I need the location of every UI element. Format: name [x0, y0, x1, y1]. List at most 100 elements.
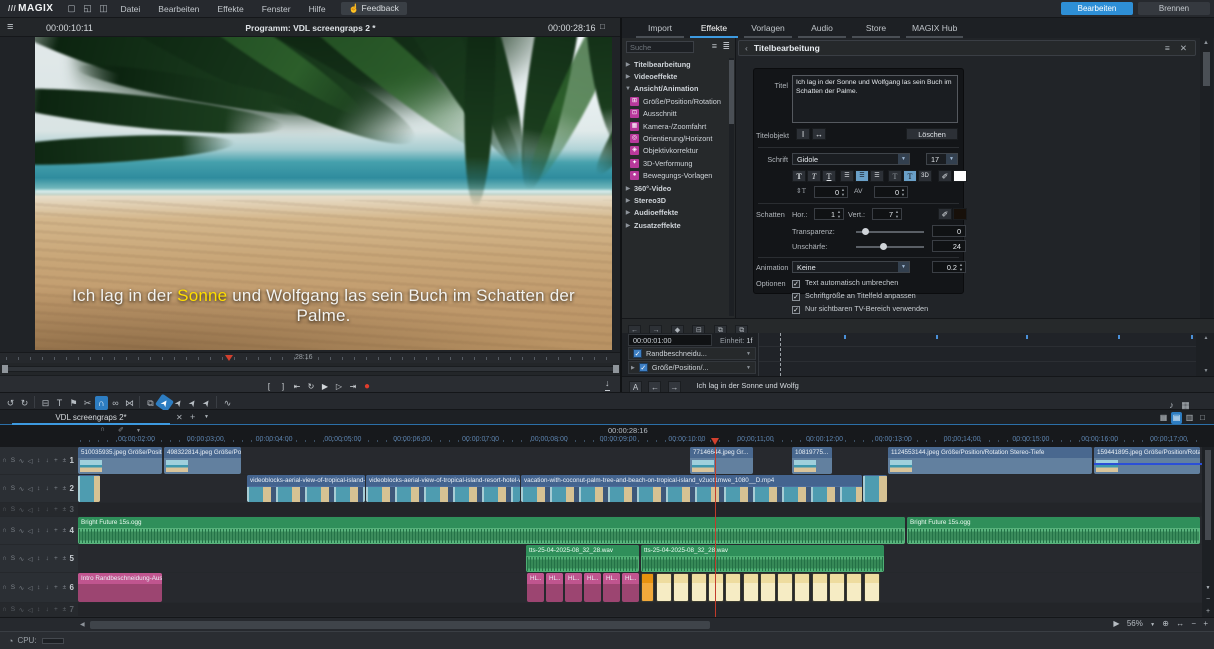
effects-item-360-video[interactable]: ▶360°-Video [622, 182, 728, 194]
track-collapse-icon[interactable]: ↓ [43, 527, 52, 534]
track-add-icon[interactable]: + [52, 584, 61, 591]
zoom-out-icon[interactable]: − [1191, 619, 1196, 628]
track-lane-1[interactable]: 510035935.jpeg Größe/Positi...498322814.… [78, 447, 1202, 474]
track-curve-icon[interactable]: ∿ [17, 555, 26, 563]
track-add-icon[interactable]: + [52, 527, 61, 534]
spinner-arrows[interactable]: ▲▼ [894, 209, 900, 219]
spinner-arrows[interactable]: ▲▼ [840, 187, 846, 197]
keyframe-row-randbeschneidung[interactable]: ✓ Randbeschneidu... ▼ [628, 347, 756, 360]
feedback-button[interactable]: ☝ Feedback [341, 2, 407, 15]
effects-item-größe-position-rotation[interactable]: ⊞Größe/Position/Rotation [622, 95, 728, 107]
track-solo-icon[interactable]: S [9, 457, 18, 464]
hscrollbar-thumb[interactable] [90, 621, 710, 629]
font-color-swatch[interactable] [953, 170, 967, 182]
timeline-clip[interactable]: 510035935.jpeg Größe/Positi... [78, 447, 162, 474]
timeline-clip[interactable] [864, 573, 880, 602]
chevron-right-icon[interactable]: ▶ [622, 209, 634, 216]
track-add-icon[interactable]: + [52, 555, 61, 562]
text-3d-button[interactable]: 3D [918, 170, 932, 182]
keyframe-timecode[interactable]: 00:00:01:00 [628, 334, 712, 346]
slider-thumb[interactable] [880, 243, 887, 250]
effects-item-ansicht-animation[interactable]: ▼Ansicht/Animation [622, 83, 728, 95]
titel-text-input[interactable]: Ich lag in der Sonne und Wolfgang las se… [792, 75, 958, 123]
scene-overview-icon[interactable]: ▥ [1184, 412, 1195, 424]
chevron-right-icon[interactable]: ▶ [622, 222, 634, 229]
track-lock-icon[interactable]: ∩ [0, 527, 9, 534]
menu-item-datei[interactable]: Datei [111, 4, 149, 14]
track-add-icon[interactable]: + [52, 506, 61, 513]
track-draw-icon[interactable]: ✐ [118, 426, 124, 434]
effects-item-3d-verformung[interactable]: ✦3D-Verformung [622, 157, 728, 169]
timeline-clip[interactable]: Bright Future 15s.ogg [907, 517, 1200, 544]
effects-item-kamera-zoomfahrt[interactable]: ▦Kamera-/Zoomfahrt [622, 120, 728, 132]
track-menu-icon[interactable]: ▼ [136, 428, 141, 434]
timeline-clip[interactable] [846, 573, 862, 602]
preview-ruler[interactable]: 28:16 [0, 352, 621, 363]
track-options-icon[interactable]: ± [60, 527, 69, 534]
close-tab-icon[interactable]: ✕ [176, 413, 183, 422]
timeline-clip[interactable] [673, 573, 689, 602]
timeline-clip[interactable]: HL.. [565, 573, 582, 602]
timeline-clip[interactable] [725, 573, 741, 602]
timeline-clip[interactable]: Bright Future 15s.ogg [78, 517, 905, 544]
chevron-down-icon[interactable]: ▼ [622, 86, 634, 92]
track-options-icon[interactable]: ± [60, 506, 69, 513]
fit-range-icon[interactable]: ↔ [1176, 619, 1184, 628]
scroll-left-icon[interactable]: ◀ [80, 621, 85, 628]
track-mute-icon[interactable]: ◁ [26, 457, 35, 465]
mode-brennen-button[interactable]: Brennen [1138, 2, 1210, 15]
track-collapse-icon[interactable]: ↓ [43, 555, 52, 562]
sort-detail-icon[interactable]: ≣ [722, 41, 730, 52]
unschaerfe-value[interactable]: 24 [932, 240, 966, 252]
tab-effekte[interactable]: Effekte [690, 23, 738, 38]
timeline-clip[interactable]: Intro Randbeschneidung-Aus... [78, 573, 162, 602]
timeline-clip[interactable] [743, 573, 759, 602]
effects-scrollbar-thumb[interactable] [729, 60, 734, 124]
keyframe-scrollbar[interactable]: ▲ ▼ [1200, 335, 1212, 374]
option-fit-font[interactable]: ✓Schriftgröße an Titelfeld anpassen [792, 291, 916, 301]
tab-audio[interactable]: Audio [798, 23, 846, 38]
close-panel-icon[interactable]: ✕ [1180, 43, 1187, 54]
group-icon[interactable]: ∞ [109, 396, 122, 410]
tab-magix-hub[interactable]: MAGIX Hub [906, 23, 963, 38]
track-collapse-icon[interactable]: ↓ [43, 584, 52, 591]
checkbox-checked-icon[interactable]: ✓ [792, 306, 800, 314]
scroll-right-icon[interactable]: ▶ [1113, 619, 1119, 628]
line-spacing-input[interactable]: 0▲▼ [814, 186, 848, 198]
menu-item-fenster[interactable]: Fenster [253, 4, 300, 14]
text-cursor-tool-icon[interactable]: Ⅰ [796, 128, 810, 140]
zoom-in-icon[interactable]: + [1203, 619, 1208, 628]
timeline-clip[interactable]: 77146644.jpeg Gr... [690, 447, 753, 474]
transparenz-value[interactable]: 0 [932, 225, 966, 237]
timeline-clip[interactable]: HL.. [527, 573, 544, 602]
chevron-right-icon[interactable]: ▶ [622, 185, 634, 192]
chevron-right-icon[interactable]: ▶ [622, 73, 634, 80]
effects-item-bewegungs-vorlagen[interactable]: ●Bewegungs-Vorlagen [622, 170, 728, 182]
preview-playhead-marker[interactable] [225, 355, 233, 361]
track-curve-icon[interactable]: ∿ [17, 506, 26, 514]
mode-bearbeiten-button[interactable]: Bearbeiten [1061, 2, 1133, 15]
timeline-clip[interactable] [691, 573, 707, 602]
timeline-clip[interactable] [812, 573, 828, 602]
track-resize-icon[interactable]: ↕ [34, 584, 43, 591]
track-resize-icon[interactable]: ↕ [34, 457, 43, 464]
marker-icon[interactable]: ⚑ [67, 396, 80, 410]
track-header-2[interactable]: ∩S∿◁↕↓+±2 [0, 475, 78, 502]
undock-preview-icon[interactable]: □ [600, 22, 605, 31]
scroll-up-icon[interactable]: ▲ [1200, 335, 1212, 341]
track-resize-icon[interactable]: ↕ [34, 485, 43, 492]
track-solo-icon[interactable]: S [9, 485, 18, 492]
preview-scrubber[interactable] [0, 363, 621, 375]
track-header-1[interactable]: ∩S∿◁↕↓+±1 [0, 447, 78, 474]
track-lock-icon[interactable]: ∩ [0, 485, 9, 492]
spinner-arrows[interactable]: ▲▼ [958, 262, 964, 272]
animation-speed-input[interactable]: 0.2▲▼ [932, 261, 966, 273]
expander-icon[interactable]: ▶ [631, 365, 635, 371]
timeline-clip[interactable] [863, 475, 887, 502]
font-color-picker-icon[interactable]: ✐ [938, 170, 952, 182]
track-lane-6[interactable]: Intro Randbeschneidung-Aus...HL..HL..HL.… [78, 573, 1202, 602]
save-project-icon[interactable]: ◫ [95, 3, 111, 14]
timeline-clip[interactable]: HL.. [546, 573, 563, 602]
track-lock-icon[interactable]: ∩ [0, 457, 9, 464]
track-header-4[interactable]: ∩S∿◁↕↓+±4 [0, 517, 78, 544]
